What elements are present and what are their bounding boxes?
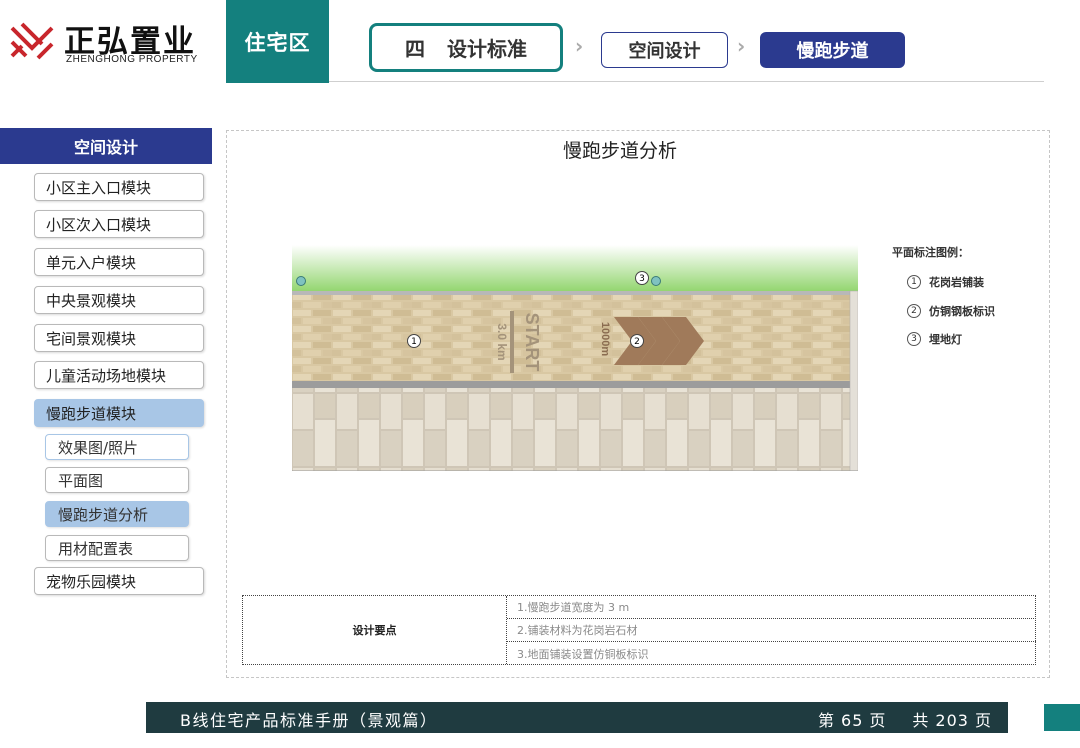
- total-label: 共: [912, 711, 930, 730]
- marker-distance-text: 1000m: [599, 322, 611, 356]
- sidebar-subitem-plan[interactable]: 平面图: [45, 467, 189, 493]
- breadcrumb-current[interactable]: 慢跑步道: [760, 32, 905, 68]
- legend-item: 2 仿铜钢板标识: [907, 303, 995, 319]
- footer-title: B线住宅产品标准手册（景观篇）: [180, 711, 438, 730]
- legend-label: 花岗岩铺装: [929, 276, 984, 289]
- legend-number: 3: [907, 332, 921, 346]
- legend-item: 1 花岗岩铺装: [907, 274, 984, 290]
- legend-label: 埋地灯: [929, 333, 962, 346]
- sidebar-subitem-analysis[interactable]: 慢跑步道分析: [45, 501, 189, 527]
- sidebar-item-pet-park[interactable]: 宠物乐园模块: [34, 567, 204, 595]
- design-points-table: 设计要点 1.慢跑步道宽度为 3 m 2.铺装材料为花岗岩石材 3.地面铺装设置…: [242, 595, 1036, 665]
- breadcrumb-section[interactable]: 空间设计: [601, 32, 728, 68]
- page-label: 第: [818, 711, 836, 730]
- zone-tag: 住宅区: [226, 0, 329, 83]
- sidebar-item-children-play[interactable]: 儿童活动场地模块: [34, 361, 204, 389]
- sidebar-item-between-buildings[interactable]: 宅间景观模块: [34, 324, 204, 352]
- table-row: 1.慢跑步道宽度为 3 m: [507, 596, 1036, 619]
- marker-2: 2: [630, 334, 644, 348]
- total-pages: 203: [935, 711, 969, 730]
- breadcrumb-chapter[interactable]: 四 设计标准: [369, 23, 563, 72]
- stone-paving: [292, 388, 852, 471]
- chapter-label: 设计标准: [447, 37, 527, 61]
- sidebar-item-central-landscape[interactable]: 中央景观模块: [34, 286, 204, 314]
- chevron-right-icon: ›: [575, 34, 584, 58]
- svg-text:1: 1: [411, 337, 417, 347]
- granite-path: [292, 295, 852, 383]
- marker-3: 3: [635, 271, 649, 285]
- legend-label: 仿铜钢板标识: [929, 305, 995, 318]
- curb: [292, 291, 858, 295]
- svg-text:3: 3: [639, 274, 645, 284]
- page-counter: 第 65 页 共 203 页: [818, 707, 998, 731]
- curb-bottom: [292, 381, 858, 388]
- footer-bar: B线住宅产品标准手册（景观篇） 第 65 页 共 203 页: [146, 702, 1008, 733]
- svg-text:2: 2: [634, 337, 640, 347]
- grass-strip: [292, 245, 858, 293]
- sidebar-item-secondary-entrance[interactable]: 小区次入口模块: [34, 210, 204, 238]
- sidebar-item-jogging-track[interactable]: 慢跑步道模块: [34, 399, 204, 427]
- sidebar-title: 空间设计: [0, 128, 212, 164]
- legend-title: 平面标注图例：: [892, 246, 969, 259]
- marker-1: 1: [407, 334, 421, 348]
- jogging-track-plan: START 3.0 km 1000m 1 2 3: [292, 245, 858, 471]
- legend-number: 2: [907, 304, 921, 318]
- header-divider: [329, 81, 1044, 82]
- start-text: START: [522, 313, 542, 372]
- logo-text-en: ZHENGHONG PROPERTY: [66, 54, 198, 65]
- distance-text: 3.0 km: [495, 323, 509, 360]
- table-row: 2.铺装材料为花岗岩石材: [507, 619, 1036, 642]
- legend-number: 1: [907, 275, 921, 289]
- sidebar-subitem-renderings[interactable]: 效果图/照片: [45, 434, 189, 460]
- company-logo: 正弘置业 ZHENGHONG PROPERTY: [8, 14, 218, 70]
- page-unit: 页: [869, 711, 887, 730]
- sidebar-item-unit-entry[interactable]: 单元入户模块: [34, 248, 204, 276]
- chapter-number: 四: [405, 37, 425, 61]
- sidebar-subitem-materials[interactable]: 用材配置表: [45, 535, 189, 561]
- page-number: 65: [841, 711, 864, 730]
- table-row: 3.地面铺装设置仿铜板标识: [517, 647, 649, 661]
- footer-accent-tab: [1044, 704, 1080, 731]
- page-title: 慢跑步道分析: [562, 140, 677, 162]
- total-unit: 页: [974, 711, 992, 730]
- logo-mark-icon: [10, 22, 54, 60]
- legend-item: 3 埋地灯: [907, 331, 962, 347]
- sidebar-item-main-entrance[interactable]: 小区主入口模块: [34, 173, 204, 201]
- table-header: 设计要点: [243, 596, 507, 664]
- chevron-right-icon: ›: [737, 34, 746, 58]
